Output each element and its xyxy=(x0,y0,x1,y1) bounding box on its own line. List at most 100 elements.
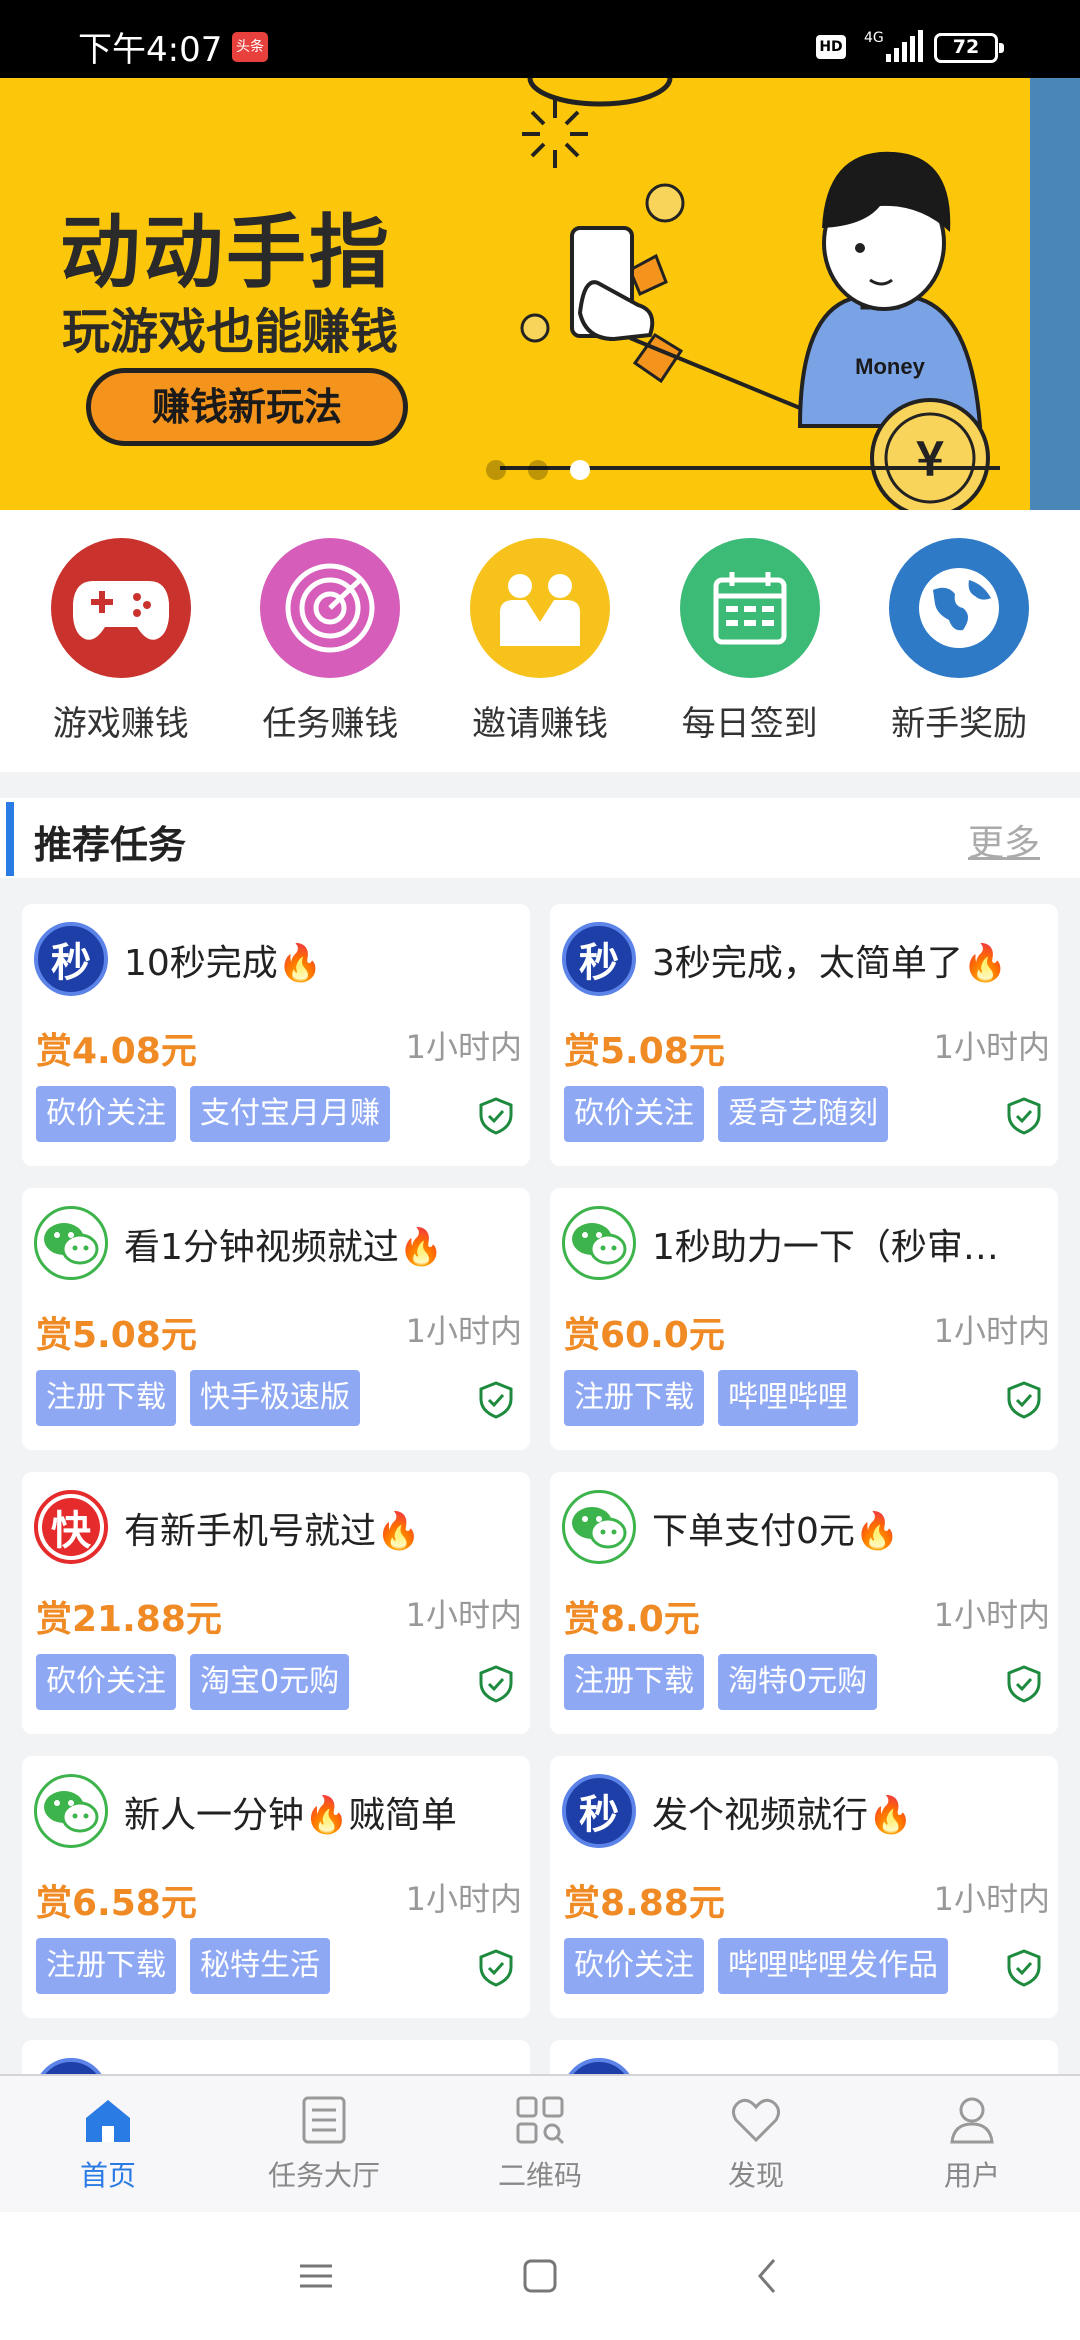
task-reward: 赏60.0元 xyxy=(564,1315,725,1356)
task-tag: 注册下载 xyxy=(36,1370,176,1426)
task-tag: 淘宝0元购 xyxy=(190,1654,350,1710)
verified-shield-icon xyxy=(1004,1380,1044,1420)
verified-shield-icon xyxy=(476,1948,516,1988)
task-time-limit: 1小时内 xyxy=(933,1596,1050,1634)
tab-label: 任务大厅 xyxy=(267,2159,380,2192)
tab-home[interactable]: 首页 xyxy=(0,2076,216,2212)
verified-shield-icon xyxy=(1004,1948,1044,1988)
task-tag: 砍价关注 xyxy=(36,1086,176,1142)
task-card[interactable] xyxy=(22,2040,530,2074)
tab-qrcode[interactable]: 二维码 xyxy=(432,2076,648,2212)
system-nav-bar xyxy=(0,2212,1080,2340)
wechat-logo-icon xyxy=(562,1206,636,1280)
home-icon xyxy=(86,2100,130,2142)
task-card[interactable] xyxy=(550,2040,1058,2074)
task-list: 秒 10秒完成🔥 赏4.08元 1小时内 砍价关注 支付宝月月赚秒 3秒完成，太简单了🔥 赏5… xyxy=(22,904,1058,2074)
category-task-earn[interactable]: 任务赚钱 xyxy=(240,538,420,772)
task-reward: 赏21.88元 xyxy=(36,1599,222,1640)
list-icon xyxy=(302,2096,346,2144)
task-card[interactable]: 下单支付0元🔥 赏8.0元 1小时内注册下载 淘特0元购 xyxy=(550,1472,1058,1734)
verified-shield-icon xyxy=(1004,1664,1044,1704)
gamepad-icon xyxy=(50,538,191,678)
task-title: 看1分钟视频就过🔥 xyxy=(124,1227,444,1268)
task-card[interactable]: 1秒助力一下（秒审… 赏60.0元 1小时内 注册下载 哔哩哔哩 xyxy=(550,1188,1058,1450)
banner-illustration: Money ¥ xyxy=(500,78,1000,510)
tab-user[interactable]: 用户 xyxy=(864,2076,1080,2212)
status-time: 下午4:07 xyxy=(78,30,223,70)
menu-icon[interactable] xyxy=(290,2250,342,2302)
verified-shield-icon xyxy=(1004,1096,1044,1136)
task-card[interactable]: 看1分钟视频就过🔥 赏5.08元 1小时内 注册下载 快手极速版 xyxy=(22,1188,530,1450)
more-link[interactable]: 更多 xyxy=(968,814,1040,866)
battery-icon: 72 xyxy=(934,33,1004,63)
carousel-dot[interactable] xyxy=(528,460,548,480)
tab-label: 用户 xyxy=(943,2159,1000,2192)
task-reward: 赏6.58元 xyxy=(36,1883,197,1924)
coin-symbol: ¥ xyxy=(916,431,944,487)
handshake-icon xyxy=(469,538,610,678)
tab-label: 首页 xyxy=(79,2159,136,2192)
task-time-limit: 1小时内 xyxy=(405,1028,522,1066)
task-reward: 赏4.08元 xyxy=(36,1031,197,1072)
bottom-tab-bar: 首页 任务大厅 二维码 发现 用户 xyxy=(0,2074,1080,2212)
news-app-badge: 头条 xyxy=(232,32,268,62)
task-tags: 砍价关注 支付宝月月赚 xyxy=(36,1086,390,1142)
network-type: 4G xyxy=(864,30,884,46)
recommended-tasks-header: 推荐任务 更多 xyxy=(0,798,1080,878)
task-tags: 注册下载 哔哩哔哩 xyxy=(564,1370,858,1426)
task-tags: 注册下载 淘特0元购 xyxy=(564,1654,878,1710)
task-card[interactable]: 秒 10秒完成🔥 赏4.08元 1小时内 砍价关注 支付宝月月赚 xyxy=(22,904,530,1166)
task-card[interactable]: 快有新手机号就过🔥 赏21.88元 1小时内 砍价关注 淘宝0元购 xyxy=(22,1472,530,1734)
category-label: 游戏赚钱 xyxy=(52,704,189,744)
task-tags: 砍价关注 爱奇艺随刻 xyxy=(564,1086,888,1142)
task-title: 发个视频就行🔥 xyxy=(652,1795,913,1836)
logo-char: 快 xyxy=(42,1498,100,1556)
task-reward: 赏5.08元 xyxy=(36,1315,197,1356)
task-card[interactable]: 新人一分钟🔥贼简单 赏6.58元 1小时内 注册下载 秘特生活 xyxy=(22,1756,530,2018)
category-daily-checkin[interactable]: 每日签到 xyxy=(660,538,840,772)
miao-logo-icon: 秒 xyxy=(34,922,108,996)
banner-cta-button[interactable]: 赚钱新玩法 xyxy=(86,368,408,446)
heart-icon xyxy=(731,2098,781,2143)
task-tags: 砍价关注 淘宝0元购 xyxy=(36,1654,350,1710)
category-invite-earn[interactable]: 邀请赚钱 xyxy=(450,538,630,772)
calendar-icon xyxy=(679,538,820,678)
tab-discover[interactable]: 发现 xyxy=(648,2076,864,2212)
task-card[interactable]: 秒发个视频就行🔥 赏8.88元 1小时内 砍价关注 哔哩哔哩发作品 xyxy=(550,1756,1058,2018)
verified-shield-icon xyxy=(476,1380,516,1420)
task-title: 10秒完成🔥 xyxy=(124,943,323,984)
carousel-dot-active[interactable] xyxy=(570,460,590,480)
task-title: 有新手机号就过🔥 xyxy=(124,1511,421,1552)
category-newbie-reward[interactable]: 新手奖励 xyxy=(869,538,1049,772)
carousel-dot[interactable] xyxy=(486,460,506,480)
home-square-icon[interactable] xyxy=(514,2250,566,2302)
task-title: 下单支付0元🔥 xyxy=(652,1511,900,1552)
task-reward: 赏8.0元 xyxy=(564,1599,700,1640)
task-tag: 哔哩哔哩 xyxy=(718,1370,858,1426)
miao-logo-icon xyxy=(34,2058,108,2074)
radar-icon xyxy=(260,538,401,678)
next-slide-preview xyxy=(1030,78,1080,510)
kuai-logo-icon: 快 xyxy=(34,1490,108,1564)
task-tag: 注册下载 xyxy=(564,1654,704,1710)
section-accent-bar xyxy=(6,802,14,876)
task-time-limit: 1小时内 xyxy=(405,1880,522,1918)
task-title: 新人一分钟🔥贼简单 xyxy=(124,1795,457,1836)
category-game-earn[interactable]: 游戏赚钱 xyxy=(31,538,211,772)
promo-banner[interactable]: 动动手指 玩游戏也能赚钱 赚钱新玩法 Money ¥ xyxy=(0,78,1080,510)
verified-shield-icon xyxy=(476,1096,516,1136)
task-tag: 注册下载 xyxy=(564,1370,704,1426)
hd-indicator: HD xyxy=(816,35,846,59)
status-bar: 下午4:07 头条 HD 4G 72 xyxy=(0,0,1080,78)
task-time-limit: 1小时内 xyxy=(933,1028,1050,1066)
category-label: 任务赚钱 xyxy=(262,704,399,744)
carousel-indicator xyxy=(486,460,590,480)
category-label: 邀请赚钱 xyxy=(471,704,608,744)
tab-task-hall[interactable]: 任务大厅 xyxy=(216,2076,432,2212)
task-card[interactable]: 秒 3秒完成，太简单了🔥 赏5.08元 1小时内 砍价关注 爱奇艺随刻 xyxy=(550,904,1058,1166)
tab-label: 二维码 xyxy=(497,2159,582,2192)
back-icon[interactable] xyxy=(742,2250,794,2302)
category-label: 每日签到 xyxy=(681,704,818,744)
task-reward: 赏5.08元 xyxy=(564,1031,725,1072)
signal-icon xyxy=(886,30,923,62)
